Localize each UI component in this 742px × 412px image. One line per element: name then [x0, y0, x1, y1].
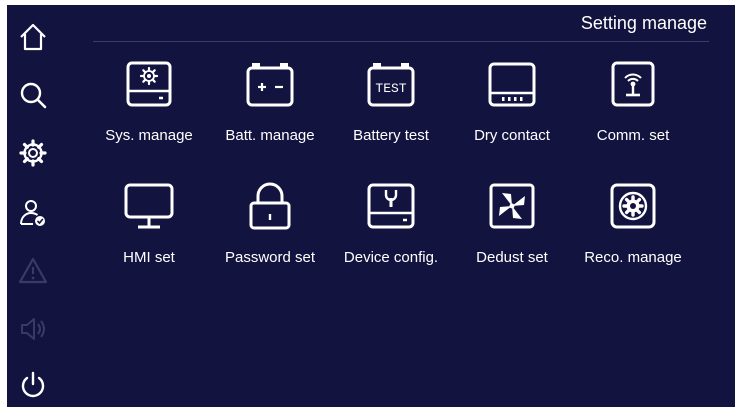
tile-label: Battery test: [353, 127, 429, 144]
tile-device-config[interactable]: Device config.: [332, 179, 450, 287]
power-icon: [21, 371, 45, 398]
tile-dry-contact[interactable]: Dry contact: [453, 57, 571, 165]
dry-contact-icon: [488, 62, 536, 107]
tile-label: Sys. manage: [105, 127, 193, 144]
search-button[interactable]: [15, 77, 51, 113]
header-divider: [93, 41, 709, 42]
tile-comm-set[interactable]: Comm. set: [574, 57, 692, 165]
tile-label: Reco. manage: [584, 249, 682, 266]
speaker-icon: [21, 318, 45, 340]
tile-label: Dedust set: [476, 249, 548, 266]
antenna-icon: [611, 61, 655, 107]
power-button[interactable]: [15, 367, 51, 403]
home-icon: [20, 23, 46, 51]
tile-batt-manage[interactable]: Batt. manage: [211, 57, 329, 165]
fan-icon: [489, 183, 535, 229]
tile-label: Comm. set: [596, 127, 670, 144]
tile-label: Dry contact: [474, 127, 550, 144]
battery-icon: [246, 63, 294, 107]
monitor-icon: [124, 183, 174, 229]
tile-label: Batt. manage: [225, 127, 315, 144]
settings-button[interactable]: [15, 135, 51, 171]
tile-reco-manage[interactable]: Reco. manage: [574, 179, 692, 287]
tile-label: Password set: [224, 249, 316, 266]
tile-hmi-set[interactable]: HMI set: [90, 179, 208, 287]
system-manage-icon: [126, 61, 172, 107]
sound-button[interactable]: [15, 311, 51, 347]
gear-icon: [19, 139, 47, 167]
user-check-icon: [20, 200, 45, 226]
tile-password-set[interactable]: Password set: [211, 179, 329, 287]
warning-icon: [18, 257, 48, 284]
sidebar: [7, 5, 59, 407]
tile-dedust-set[interactable]: Dedust set: [453, 179, 571, 287]
alarm-button[interactable]: [15, 253, 51, 289]
user-button[interactable]: [15, 195, 51, 231]
battery-test-icon: TEST: [367, 63, 415, 107]
battery-test-icon-text: TEST: [375, 81, 406, 96]
tile-battery-test[interactable]: TEST Battery test: [332, 57, 450, 165]
tile-sys-manage[interactable]: Sys. manage: [90, 57, 208, 165]
lock-icon: [249, 182, 291, 230]
home-button[interactable]: [15, 19, 51, 55]
tile-label: Device config.: [343, 249, 439, 266]
tile-label: HMI set: [123, 249, 175, 266]
wrench-box-icon: [367, 183, 415, 229]
search-icon: [20, 82, 47, 109]
page-title: Setting manage: [580, 13, 707, 33]
gear-box-icon: [610, 183, 656, 229]
settings-screen: Setting manage Sys. manage Batt. manage …: [7, 5, 735, 407]
